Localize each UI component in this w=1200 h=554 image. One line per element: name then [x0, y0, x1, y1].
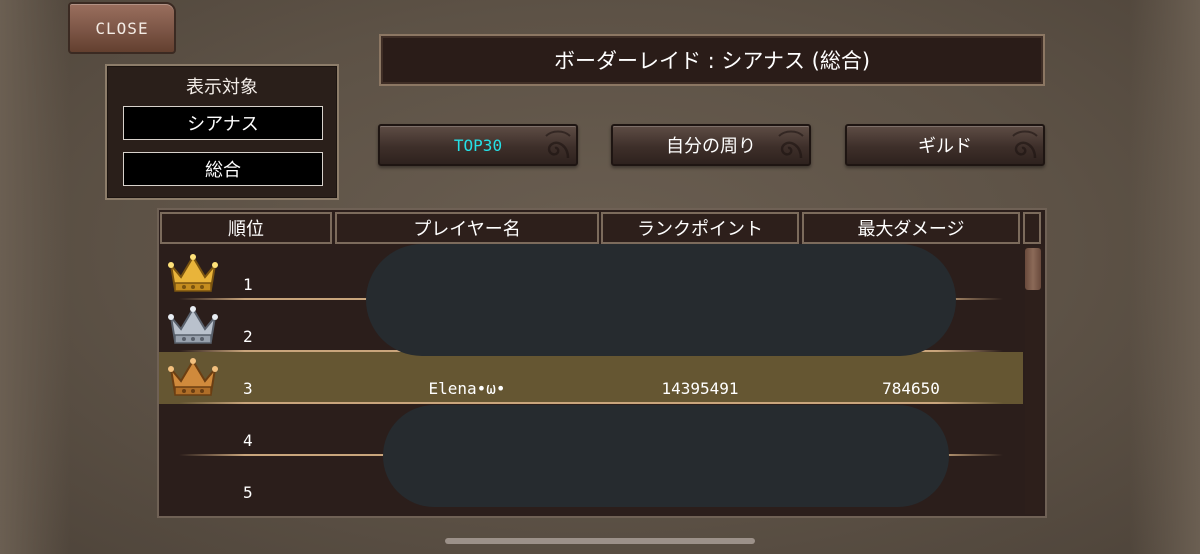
close-button[interactable]: CLOSE: [68, 2, 176, 54]
tab-guild-label: ギルド: [918, 136, 972, 157]
header-max-damage: 最大ダメージ: [802, 212, 1020, 244]
tab-top30-label: TOP30: [453, 135, 503, 155]
redaction-overlay: [383, 405, 949, 507]
target-option-cianas[interactable]: シアナス: [123, 106, 323, 140]
swirl-ornament-icon: [1012, 130, 1038, 159]
max-damage: 784650: [882, 379, 940, 398]
header-rank: 順位: [160, 212, 332, 244]
display-target-panel: 表示対象 シアナス 総合: [105, 64, 339, 200]
page-title: ボーダーレイド : シアナス (総合): [379, 34, 1045, 86]
home-indicator[interactable]: [445, 538, 755, 544]
gold-crown-icon: [168, 254, 218, 292]
display-target-title: 表示対象: [186, 77, 258, 98]
tab-guild[interactable]: ギルド: [845, 124, 1045, 166]
target-option-overall[interactable]: 総合: [123, 152, 323, 186]
swirl-ornament-icon: [778, 130, 804, 159]
rank-points: 14395491: [661, 379, 739, 398]
rank-number: 4: [243, 431, 253, 450]
tab-around-me[interactable]: 自分の周り: [611, 124, 811, 166]
rank-number: 3: [243, 379, 253, 398]
right-frame-shade: [1130, 0, 1200, 554]
tab-top30[interactable]: TOP30: [378, 124, 578, 166]
ranking-table[interactable]: 順位 プレイヤー名 ランクポイント 最大ダメージ 1 2 3 Elena•ω• …: [157, 208, 1047, 518]
left-frame-shade: [0, 0, 70, 554]
rank-number: 5: [243, 483, 253, 502]
scrollbar-thumb[interactable]: [1025, 248, 1041, 290]
table-row-highlighted[interactable]: 3 Elena•ω• 14395491 784650: [159, 352, 1023, 404]
swirl-ornament-icon: [545, 130, 571, 159]
rank-number: 2: [243, 327, 253, 346]
bronze-crown-icon: [168, 358, 218, 396]
header-rank-points: ランクポイント: [601, 212, 799, 244]
tab-around-me-label: 自分の周り: [666, 136, 756, 157]
player-name: Elena•ω•: [428, 379, 506, 398]
header-spacer: [1023, 212, 1041, 244]
rank-number: 1: [243, 275, 253, 294]
header-player-name: プレイヤー名: [335, 212, 599, 244]
redaction-overlay: [366, 244, 956, 356]
silver-crown-icon: [168, 306, 218, 344]
